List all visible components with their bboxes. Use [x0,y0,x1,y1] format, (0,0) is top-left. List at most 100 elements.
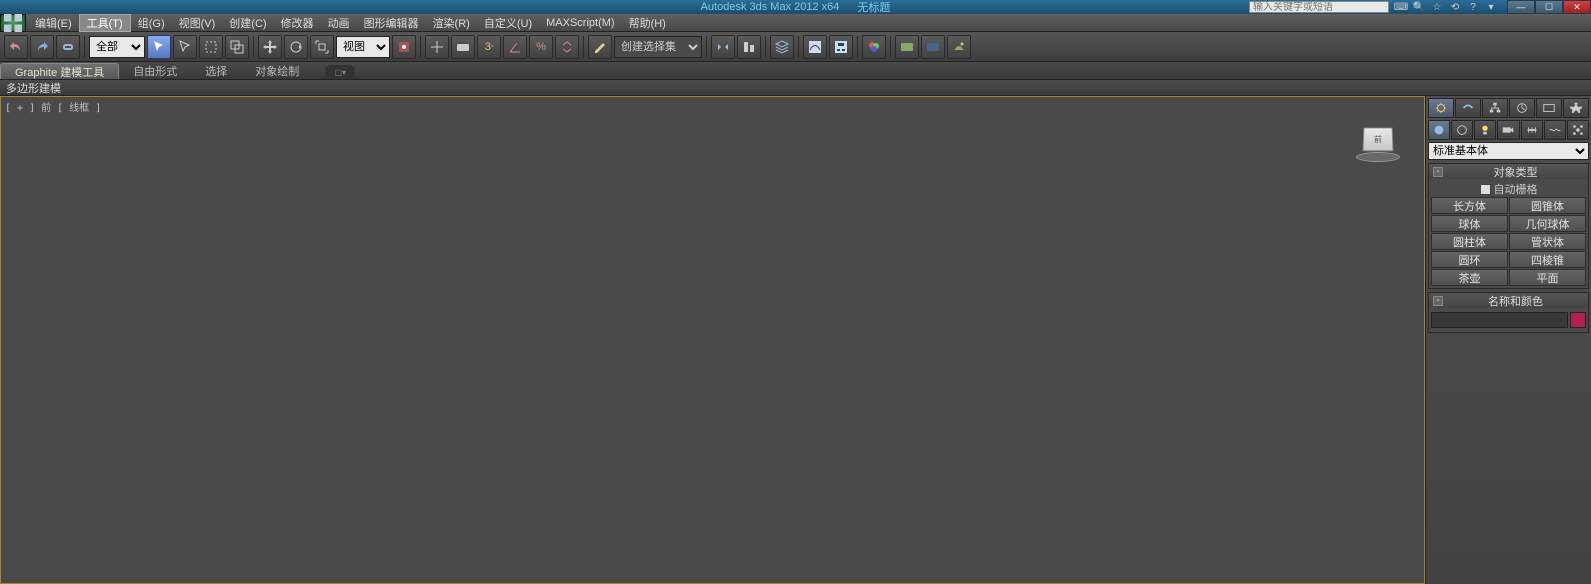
snap-3-button[interactable]: 3▫ [477,35,501,59]
teapot-button[interactable]: 茶壶 [1431,269,1508,286]
cylinder-button[interactable]: 圆柱体 [1431,233,1508,250]
ribbon-expand-icon[interactable]: ▢▾ [325,65,355,79]
ribbon-tabs: Graphite 建模工具 自由形式 选择 对象绘制 ▢▾ [0,62,1591,80]
minimize-button[interactable]: — [1507,0,1535,14]
viewcube[interactable]: 前 [1352,127,1404,171]
rotate-button[interactable] [284,35,308,59]
close-button[interactable]: ✕ [1563,0,1591,14]
title-bar: Autodesk 3ds Max 2012 x64 无标题 ⌨ 🔍 ☆ ⟲ ? … [0,0,1591,14]
systems-icon[interactable] [1567,120,1589,140]
display-tab[interactable] [1536,98,1562,118]
angle-snap-button[interactable] [503,35,527,59]
collapse-icon[interactable]: - [1433,296,1443,306]
percent-snap-button[interactable]: % [529,35,553,59]
manipulate-button[interactable] [425,35,449,59]
connect-icon[interactable]: ⟲ [1447,1,1463,13]
ribbon-tab-freeform[interactable]: 自由形式 [119,63,191,79]
cameras-icon[interactable] [1497,120,1519,140]
geometry-icon[interactable] [1428,120,1450,140]
utilities-tab[interactable] [1563,98,1589,118]
helpers-icon[interactable] [1521,120,1543,140]
link-button[interactable] [56,35,80,59]
ref-coord-dropdown[interactable]: 视图 [336,36,390,58]
keyboard-shortcut-button[interactable] [451,35,475,59]
menu-edit[interactable]: 编辑(E) [28,14,79,32]
window-crossing-button[interactable] [225,35,249,59]
rollout-header-object-type[interactable]: - 对象类型 [1429,164,1588,179]
help-search-input[interactable] [1249,1,1389,13]
viewport-label[interactable]: [ + ] 前 [ 线框 ] [5,99,101,114]
select-region-button[interactable] [199,35,223,59]
edit-named-sel-button[interactable] [588,35,612,59]
ribbon-tab-object-paint[interactable]: 对象绘制 [241,63,313,79]
undo-button[interactable] [4,35,28,59]
autogrid-checkbox[interactable] [1480,184,1491,195]
move-button[interactable] [258,35,282,59]
material-editor-button[interactable] [862,35,886,59]
spinner-snap-button[interactable] [555,35,579,59]
object-name-input[interactable] [1431,312,1568,328]
ribbon-tab-selection[interactable]: 选择 [191,63,241,79]
object-type-rollout: - 对象类型 自动栅格 长方体 圆锥体 球体 几何球体 圆柱体 管状体 圆环 四… [1428,163,1589,289]
collapse-icon[interactable]: - [1433,167,1443,177]
maximize-button[interactable]: ☐ [1535,0,1563,14]
motion-tab[interactable] [1509,98,1535,118]
box-button[interactable]: 长方体 [1431,197,1508,214]
menu-help[interactable]: 帮助(H) [622,14,673,32]
mirror-button[interactable] [711,35,735,59]
modify-tab[interactable] [1455,98,1481,118]
spacewarps-icon[interactable] [1544,120,1566,140]
rollout-header-name-color[interactable]: - 名称和颜色 [1429,293,1588,308]
shapes-icon[interactable] [1451,120,1473,140]
curve-editor-button[interactable] [803,35,827,59]
menu-modifiers[interactable]: 修改器 [274,14,321,32]
cone-button[interactable]: 圆锥体 [1509,197,1586,214]
pyramid-button[interactable]: 四棱锥 [1509,251,1586,268]
schematic-view-button[interactable] [829,35,853,59]
menu-animation[interactable]: 动画 [321,14,357,32]
create-tab[interactable] [1428,98,1454,118]
dropdown-icon[interactable]: ▾ [1483,1,1499,13]
sphere-button[interactable]: 球体 [1431,215,1508,232]
star-icon[interactable]: ☆ [1429,1,1445,13]
render-button[interactable] [947,35,971,59]
menu-group[interactable]: 组(G) [131,14,172,32]
align-button[interactable] [737,35,761,59]
menu-create[interactable]: 创建(C) [222,14,273,32]
help-icon[interactable]: ? [1465,1,1481,13]
render-setup-button[interactable] [895,35,919,59]
app-menu-icon[interactable] [0,14,26,32]
viewport-front[interactable]: [ + ] 前 [ 线框 ] 前 [0,96,1425,584]
torus-button[interactable]: 圆环 [1431,251,1508,268]
pivot-button[interactable] [392,35,416,59]
select-name-button[interactable] [173,35,197,59]
named-selection-dropdown[interactable]: 创建选择集 [614,36,702,58]
ribbon-tab-graphite[interactable]: Graphite 建模工具 [0,63,119,79]
color-swatch[interactable] [1570,312,1586,328]
menu-tools[interactable]: 工具(T) [79,14,131,32]
scale-button[interactable] [310,35,334,59]
selection-filter-dropdown[interactable]: 全部 [89,36,145,58]
menu-rendering[interactable]: 渲染(R) [426,14,477,32]
lights-icon[interactable] [1474,120,1496,140]
viewcube-face[interactable]: 前 [1363,127,1394,151]
geosphere-button[interactable]: 几何球体 [1509,215,1586,232]
layers-button[interactable] [770,35,794,59]
autogrid-label: 自动栅格 [1494,181,1538,197]
ribbon-panel-label[interactable]: 多边形建模 [6,80,61,96]
menu-view[interactable]: 视图(V) [172,14,223,32]
menu-graph-editors[interactable]: 图形编辑器 [357,14,426,32]
redo-button[interactable] [30,35,54,59]
rendered-frame-button[interactable] [921,35,945,59]
keyboard-icon[interactable]: ⌨ [1393,1,1409,13]
search-icon[interactable]: 🔍 [1411,1,1427,13]
viewcube-compass[interactable] [1356,152,1400,162]
hierarchy-tab[interactable] [1482,98,1508,118]
plane-button[interactable]: 平面 [1509,269,1586,286]
tube-button[interactable]: 管状体 [1509,233,1586,250]
menu-maxscript[interactable]: MAXScript(M) [539,14,621,32]
category-dropdown[interactable]: 标准基本体 [1428,142,1589,160]
select-button[interactable] [147,35,171,59]
menu-customize[interactable]: 自定义(U) [477,14,539,32]
main-area: [ + ] 前 [ 线框 ] 前 标准基本体 - [0,96,1591,584]
